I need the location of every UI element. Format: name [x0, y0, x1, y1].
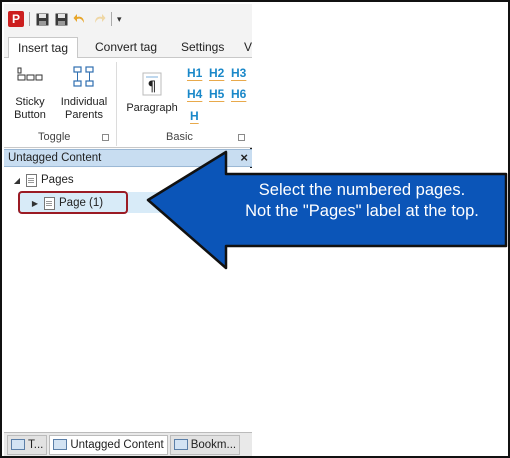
save-as-icon[interactable]	[54, 12, 68, 26]
callout-line-1: Select the numbered pages.	[258, 181, 466, 199]
undo-icon[interactable]	[73, 12, 87, 26]
heading-h5-button[interactable]: H5	[209, 87, 224, 101]
heading-h3-button[interactable]: H3	[231, 66, 246, 80]
individual-parents-label: Individual Parents	[60, 96, 108, 121]
tab-convert-tag[interactable]: Convert tag	[86, 37, 166, 59]
quick-access-toolbar: P ▾	[4, 4, 252, 34]
tab-insert-tag[interactable]: Insert tag	[8, 37, 79, 59]
sticky-button[interactable]: Sticky Button	[10, 66, 50, 122]
tree-node-pages[interactable]: ◢ Pages	[12, 171, 74, 189]
individual-parents-icon	[73, 66, 94, 87]
dropdown-arrow-icon[interactable]: ▾	[117, 14, 122, 25]
toggle-group-launcher-icon[interactable]	[102, 134, 109, 141]
app-logo-icon[interactable]: P	[8, 11, 24, 27]
bottom-tab-untagged-content[interactable]: Untagged Content	[49, 434, 168, 455]
sticky-button-icon	[17, 67, 43, 81]
sticky-button-label: Sticky Button	[14, 96, 46, 121]
group-label-basic: Basic	[166, 131, 193, 143]
document-icon	[26, 173, 37, 187]
individual-parents-button[interactable]: Individual Parents	[56, 66, 112, 122]
toolbar-separator	[29, 12, 30, 26]
annotation-highlight-box	[18, 191, 128, 214]
ribbon-tab-strip: Insert tag Convert tag Settings V	[4, 34, 252, 59]
bottom-tab-label: Bookm...	[190, 438, 237, 451]
bottom-tab-truncated[interactable]: T...	[7, 434, 48, 455]
ribbon-panel: Sticky Button Individual Parents Toggle	[4, 58, 252, 148]
heading-h2-button[interactable]: H2	[209, 66, 224, 80]
heading-h6-button[interactable]: H6	[231, 87, 246, 101]
panel-icon	[53, 439, 68, 450]
callout-line-2: Not the "Pages" label at the top.	[245, 202, 479, 220]
bottom-panel-tabs: T... Untagged Content Bookm...	[4, 432, 252, 456]
panel-icon	[11, 439, 25, 450]
bottom-tab-bookmarks[interactable]: Bookm...	[169, 434, 241, 455]
paragraph-label: Paragraph	[126, 102, 178, 114]
group-separator	[116, 62, 117, 146]
bottom-tab-label: Untagged Content	[70, 438, 164, 451]
paragraph-icon: ¶	[142, 72, 162, 96]
tree-node-label: Pages	[41, 174, 74, 186]
bottom-tab-label: T...	[28, 438, 44, 451]
callout-text: Select the numbered pages. Not the "Page…	[226, 180, 498, 222]
group-label-toggle: Toggle	[38, 131, 71, 143]
redo-icon[interactable]	[92, 12, 106, 26]
basic-group-launcher-icon[interactable]	[238, 134, 245, 141]
tab-truncated[interactable]: V	[240, 37, 252, 59]
toolbar-separator	[111, 12, 112, 26]
save-icon[interactable]	[35, 12, 49, 26]
expand-arrow-icon[interactable]: ◢	[12, 176, 22, 185]
svg-text:¶: ¶	[148, 79, 157, 95]
tab-settings[interactable]: Settings	[172, 37, 233, 59]
heading-h1-button[interactable]: H1	[187, 66, 202, 80]
panel-icon	[173, 439, 188, 450]
heading-h-button[interactable]: H	[190, 109, 199, 123]
heading-h4-button[interactable]: H4	[187, 87, 202, 101]
paragraph-button[interactable]: ¶ Paragraph	[124, 72, 180, 115]
screenshot-frame: P ▾ Insert tag Convert tag Settings V St…	[0, 0, 510, 458]
panel-title: Untagged Content	[8, 152, 102, 164]
